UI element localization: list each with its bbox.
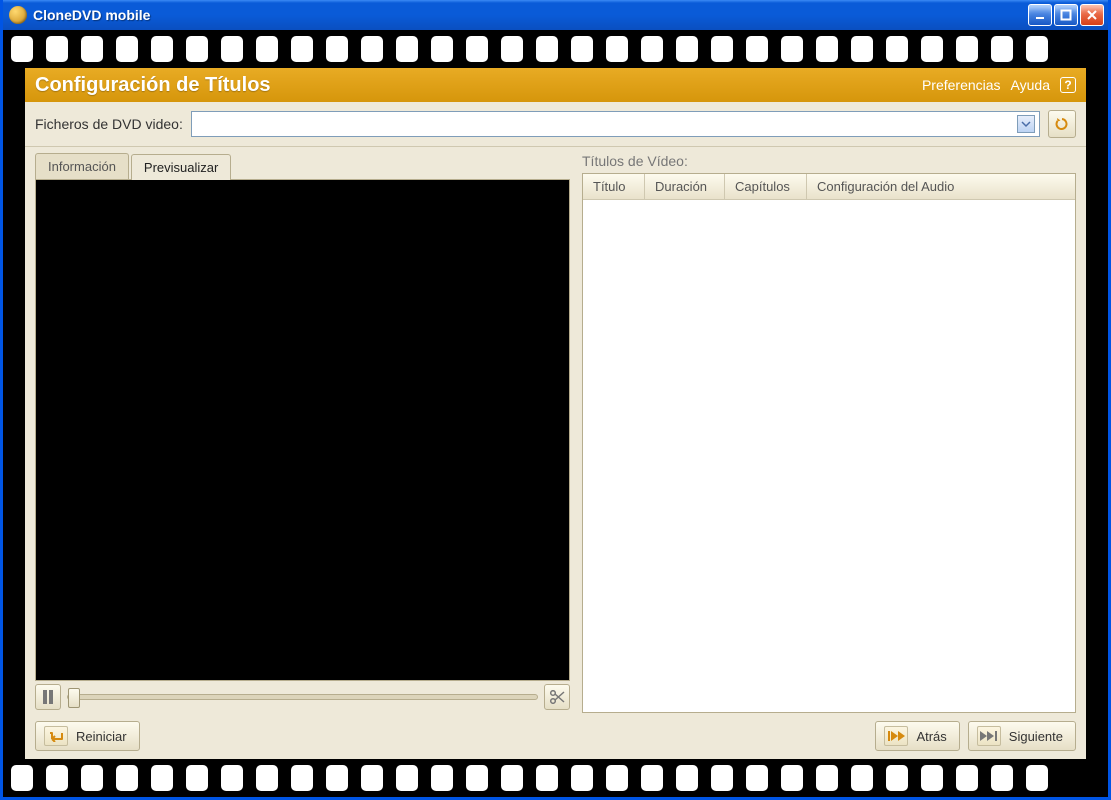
pause-button[interactable] [35,684,61,710]
player-controls [35,681,570,713]
next-label: Siguiente [1009,729,1063,744]
content: Configuración de Títulos Preferencias Ay… [25,68,1086,759]
slider-thumb[interactable] [68,688,80,708]
minimize-button[interactable] [1028,4,1052,26]
close-button[interactable] [1080,4,1104,26]
titles-list[interactable]: Título Duración Capítulos Configuración … [582,173,1076,713]
col-chapters[interactable]: Capítulos [725,174,807,199]
left-pane: Información Previsualizar [35,153,570,713]
tabs: Información Previsualizar [35,153,570,179]
back-icon [884,726,908,746]
right-pane: Títulos de Vídeo: Título Duración Capítu… [582,153,1076,713]
back-button[interactable]: Atrás [875,721,959,751]
section-header: Configuración de Títulos Preferencias Ay… [25,68,1086,102]
bottom-bar: Reiniciar Atrás Siguiente [25,713,1086,759]
film-strip-top [3,30,1108,68]
titlebar[interactable]: CloneDVD mobile [3,0,1108,30]
back-label: Atrás [916,729,946,744]
next-button[interactable]: Siguiente [968,721,1076,751]
path-label: Ficheros de DVD video: [35,116,183,132]
titles-header: Título Duración Capítulos Configuración … [583,174,1075,200]
film-strip-bottom [3,759,1108,797]
restart-button[interactable]: Reiniciar [35,721,140,751]
main-area: Información Previsualizar [25,147,1086,713]
col-title[interactable]: Título [583,174,645,199]
app-window: CloneDVD mobile Configuración de Títulos… [0,0,1111,800]
help-link[interactable]: Ayuda [1011,77,1050,93]
scissors-icon [549,690,565,704]
cut-button[interactable] [544,684,570,710]
preview-area [35,179,570,681]
pause-icon [42,690,54,704]
next-icon [977,726,1001,746]
col-audio[interactable]: Configuración del Audio [807,174,1075,199]
tab-info[interactable]: Información [35,153,129,179]
prefs-link[interactable]: Preferencias [922,77,1001,93]
refresh-icon [1054,116,1070,132]
help-icon[interactable]: ? [1060,77,1076,93]
tab-preview[interactable]: Previsualizar [131,154,231,180]
path-row: Ficheros de DVD video: [25,102,1086,147]
chevron-down-icon[interactable] [1017,115,1035,133]
restart-label: Reiniciar [76,729,127,744]
maximize-button[interactable] [1054,4,1078,26]
dvd-path-combobox[interactable] [191,111,1040,137]
seek-slider[interactable] [67,694,538,700]
titles-body [583,200,1075,712]
window-title: CloneDVD mobile [33,7,150,23]
titles-label: Títulos de Vídeo: [582,153,1076,169]
section-title: Configuración de Títulos [35,74,271,97]
restart-icon [44,726,68,746]
col-duration[interactable]: Duración [645,174,725,199]
refresh-button[interactable] [1048,110,1076,138]
app-icon [9,6,27,24]
